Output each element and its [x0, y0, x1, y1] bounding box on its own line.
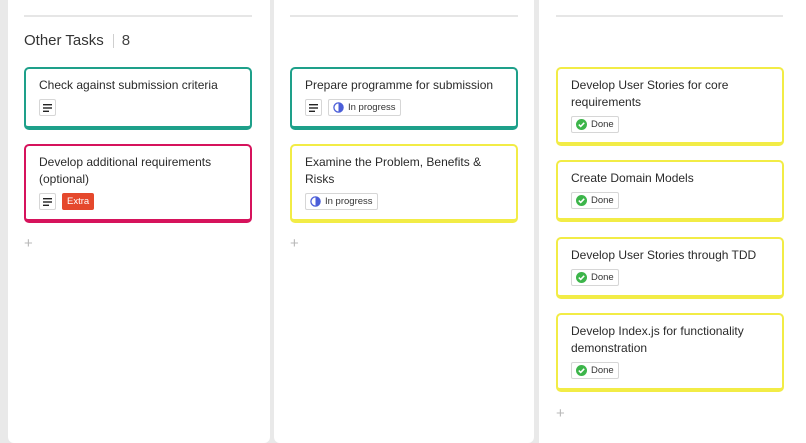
- task-card[interactable]: Develop User Stories for core requiremen…: [556, 67, 784, 146]
- notes-icon[interactable]: [39, 99, 56, 116]
- column-title: Other Tasks: [24, 32, 104, 49]
- status-label: Done: [591, 195, 614, 206]
- task-title: Develop User Stories through TDD: [571, 248, 757, 262]
- task-title: Check against submission criteria: [39, 78, 218, 92]
- half-circle-progress-icon: [310, 196, 321, 207]
- add-task-button[interactable]: +: [556, 406, 565, 421]
- task-card[interactable]: Prepare programme for submission In prog…: [290, 67, 518, 130]
- task-card[interactable]: Examine the Problem, Benefits & Risks In…: [290, 144, 518, 223]
- task-card[interactable]: Create Domain Models Done: [556, 160, 784, 222]
- status-badge[interactable]: Done: [571, 116, 619, 133]
- column-other-tasks: Other Tasks 8 Check against submission c…: [8, 0, 270, 443]
- notes-icon[interactable]: [39, 193, 56, 210]
- status-badge[interactable]: In progress: [328, 99, 401, 116]
- task-title: Examine the Problem, Benefits & Risks: [305, 155, 482, 186]
- half-circle-progress-icon: [333, 102, 344, 113]
- status-badge[interactable]: In progress: [305, 193, 378, 210]
- column-in-progress: Prepare programme for submission In prog…: [274, 0, 534, 443]
- status-label: Done: [591, 119, 614, 130]
- status-badge[interactable]: Done: [571, 269, 619, 286]
- column-divider: [556, 15, 783, 17]
- status-label: In progress: [348, 102, 396, 113]
- add-task-button[interactable]: +: [24, 236, 33, 251]
- task-card[interactable]: Develop User Stories through TDD Done: [556, 237, 784, 299]
- task-title: Develop additional requirements (optiona…: [39, 155, 212, 186]
- check-circle-icon: [576, 365, 587, 376]
- check-circle-icon: [576, 272, 587, 283]
- check-circle-icon: [576, 119, 587, 130]
- task-card[interactable]: Develop additional requirements (optiona…: [24, 144, 252, 223]
- status-label: Done: [591, 272, 614, 283]
- status-label: In progress: [325, 196, 373, 207]
- task-title: Prepare programme for submission: [305, 78, 494, 92]
- extra-badge: Extra: [62, 193, 95, 210]
- task-card[interactable]: Check against submission criteria: [24, 67, 252, 130]
- column-header[interactable]: Other Tasks 8: [24, 32, 130, 49]
- add-task-button[interactable]: +: [290, 236, 299, 251]
- column-done: Develop User Stories for core requiremen…: [539, 0, 806, 443]
- header-separator: [112, 33, 114, 48]
- task-title: Create Domain Models: [571, 171, 694, 185]
- task-card[interactable]: Develop Index.js for functionality demon…: [556, 313, 784, 392]
- status-badge[interactable]: Done: [571, 362, 619, 379]
- check-circle-icon: [576, 195, 587, 206]
- column-divider: [24, 15, 252, 17]
- notes-icon[interactable]: [305, 99, 322, 116]
- column-divider: [290, 15, 518, 17]
- status-badge[interactable]: Done: [571, 192, 619, 209]
- task-title: Develop Index.js for functionality demon…: [571, 324, 744, 355]
- status-label: Done: [591, 365, 614, 376]
- column-task-count: 8: [121, 32, 131, 49]
- task-title: Develop User Stories for core requiremen…: [571, 78, 729, 109]
